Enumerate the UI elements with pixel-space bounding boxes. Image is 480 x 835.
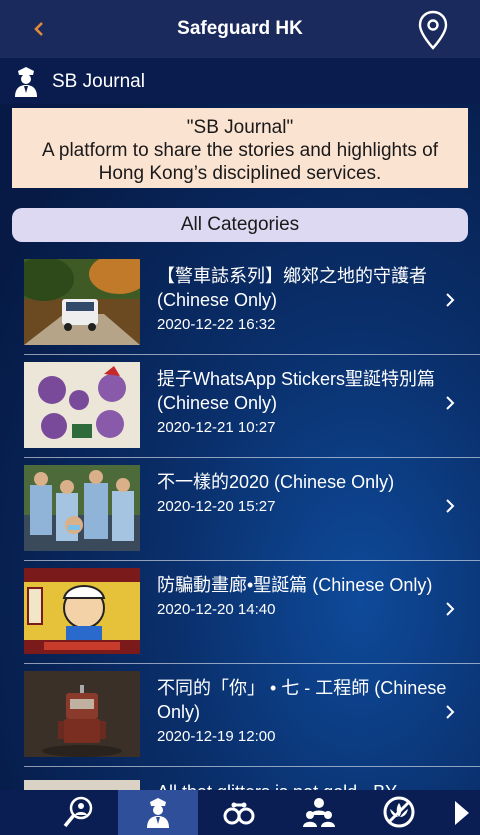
article-thumbnail	[24, 362, 140, 448]
banner-line: Hong Kong’s disciplined services.	[98, 163, 382, 184]
police-officer-icon	[15, 67, 37, 97]
list-item[interactable]: 不一樣的2020 (Chinese Only) 2020-12-20 15:27	[24, 458, 480, 561]
chevron-right-icon	[446, 705, 455, 719]
chevron-right-icon	[446, 499, 455, 513]
tab-more[interactable]	[438, 790, 480, 835]
chevron-right-icon	[446, 396, 455, 410]
tab-sb-journal[interactable]	[118, 790, 198, 835]
tab-people[interactable]	[278, 790, 358, 835]
article-title: 不同的「你」 • 七 - 工程師 (Chinese Only)	[157, 678, 447, 722]
article-title: 【警車誌系列】鄉郊之地的守護者 (Chinese Only)	[157, 266, 427, 310]
article-date: 2020-12-19 12:00	[157, 728, 276, 745]
location-button[interactable]	[418, 10, 448, 50]
banner-line: A platform to share the stories and high…	[41, 140, 439, 161]
article-title: 提子WhatsApp Stickers聖誕特別篇 (Chinese Only)	[157, 369, 436, 413]
article-title: 防騙動畫廊•聖誕篇 (Chinese Only)	[157, 575, 433, 595]
app-title: Safeguard HK	[177, 18, 303, 39]
article-date: 2020-12-20 14:40	[157, 601, 276, 618]
article-date: 2020-12-20 15:27	[157, 498, 276, 515]
article-list: 【警車誌系列】鄉郊之地的守護者 (Chinese Only) 2020-12-2…	[24, 252, 480, 767]
category-selector[interactable]: All Categories	[12, 208, 468, 242]
article-date: 2020-12-21 10:27	[157, 419, 276, 436]
list-item[interactable]: 【警車誌系列】鄉郊之地的守護者 (Chinese Only) 2020-12-2…	[24, 252, 480, 355]
article-thumbnail	[24, 568, 140, 654]
police-officer-icon	[147, 798, 169, 828]
no-drugs-icon	[383, 796, 415, 828]
article-title: 不一樣的2020 (Chinese Only)	[157, 472, 395, 492]
list-item[interactable]: 不同的「你」 • 七 - 工程師 (Chinese Only) 2020-12-…	[24, 664, 480, 767]
article-thumbnail	[24, 465, 140, 551]
list-item[interactable]: 防騙動畫廊•聖誕篇 (Chinese Only) 2020-12-20 14:4…	[24, 561, 480, 664]
bottom-tab-bar	[0, 790, 480, 835]
handcuffs-icon	[223, 802, 255, 825]
section-title: SB Journal	[52, 71, 145, 92]
tab-no-drugs[interactable]	[358, 790, 438, 835]
top-bar: Safeguard HK	[0, 0, 480, 58]
play-arrow-icon	[455, 801, 469, 825]
banner-line: "SB Journal"	[186, 117, 294, 138]
list-item[interactable]: 提子WhatsApp Stickers聖誕特別篇 (Chinese Only) …	[24, 355, 480, 458]
map-pin-icon	[418, 10, 448, 50]
people-icon	[303, 798, 335, 827]
magnifier-icon	[63, 796, 93, 828]
article-thumbnail	[24, 671, 140, 757]
article-date: 2020-12-22 16:32	[157, 316, 276, 333]
tab-handcuffs[interactable]	[198, 790, 278, 835]
tab-search[interactable]	[38, 790, 118, 835]
intro-banner: "SB Journal" A platform to share the sto…	[12, 108, 468, 188]
chevron-right-icon	[446, 602, 455, 616]
article-thumbnail	[24, 259, 140, 345]
chevron-right-icon	[446, 293, 455, 307]
